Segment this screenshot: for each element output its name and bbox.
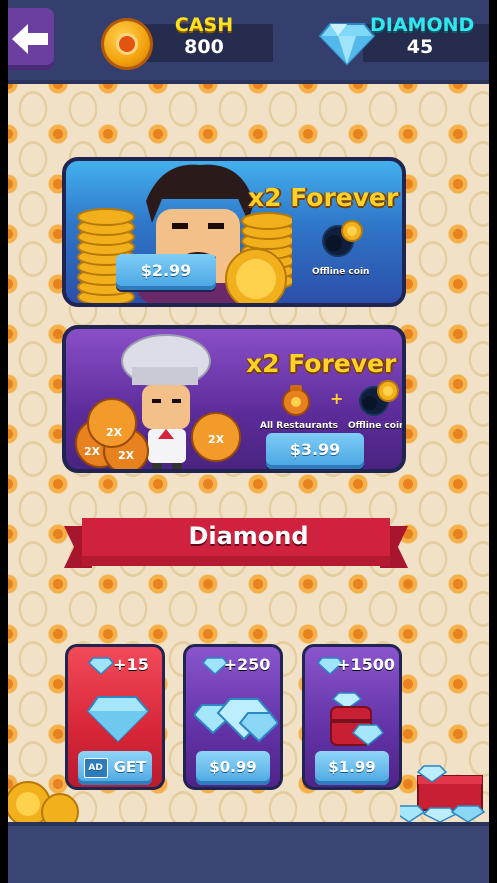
coin-pile-decoration (8, 781, 79, 822)
offer-title: x2 Forever (246, 349, 397, 378)
cash-value: 800 (184, 36, 224, 58)
diamond-pile-icon (86, 696, 150, 743)
badge-2x: 2X (106, 426, 123, 439)
diamond-icon (318, 23, 376, 66)
ad-video-icon: AD (83, 757, 108, 778)
diamond-pack-1500[interactable]: +1500 $1.99 (302, 644, 402, 790)
diamond-pack-15[interactable]: +15 AD GET (65, 644, 165, 790)
coin-icon (104, 21, 150, 67)
offer-title: x2 Forever (248, 183, 399, 212)
money-bag-icon (282, 385, 310, 416)
offline-coin-icon (359, 380, 399, 416)
badge-2x: 2X (84, 445, 101, 458)
buy-button-3-99[interactable]: $3.99 (266, 433, 364, 469)
diamond-chest-decoration (400, 765, 486, 822)
offline-coin-label: Offline coin (348, 421, 406, 431)
diamond-pack-250[interactable]: +250 $0.99 (183, 644, 283, 790)
bottom-bar (8, 822, 489, 883)
diamond-barrel-icon (330, 692, 385, 746)
top-bar: CASH 800 DIAMOND 45 (8, 0, 489, 84)
back-button[interactable] (8, 8, 54, 70)
all-restaurants-label: All Restaurants (260, 421, 339, 431)
diamond-value: 45 (406, 36, 434, 58)
arrow-left-icon (12, 24, 48, 54)
offline-coin-label: Offline coin (312, 267, 370, 277)
pack-amount: +15 (113, 655, 149, 674)
offer-card-all-restaurants[interactable]: 2X 2X 2X 2X x2 Forever + All Restaurants… (62, 325, 406, 473)
offline-coin-icon (322, 220, 363, 257)
section-title: Diamond (188, 522, 309, 550)
buy-button-2-99[interactable]: $2.99 (116, 254, 216, 290)
shop-screen: CASH 800 DIAMOND 45 $2.99 x2 Forever Off… (8, 0, 489, 883)
badge-2x: 2X (208, 433, 225, 446)
get-label: GET (113, 758, 147, 776)
pack-amount: +1500 (337, 655, 395, 674)
badge-2x: 2X (118, 449, 135, 462)
diamond-pile-icon (194, 698, 278, 743)
buy-button-1-99[interactable]: $1.99 (315, 751, 389, 785)
plus-sign: + (330, 389, 344, 408)
buy-button-0-99[interactable]: $0.99 (196, 751, 270, 785)
offer-card-offline-coin[interactable]: $2.99 x2 Forever Offline coin (62, 157, 406, 307)
diamond-label: DIAMOND (370, 14, 475, 36)
cash-label: CASH (174, 14, 234, 36)
pack-amount: +250 (223, 655, 271, 674)
